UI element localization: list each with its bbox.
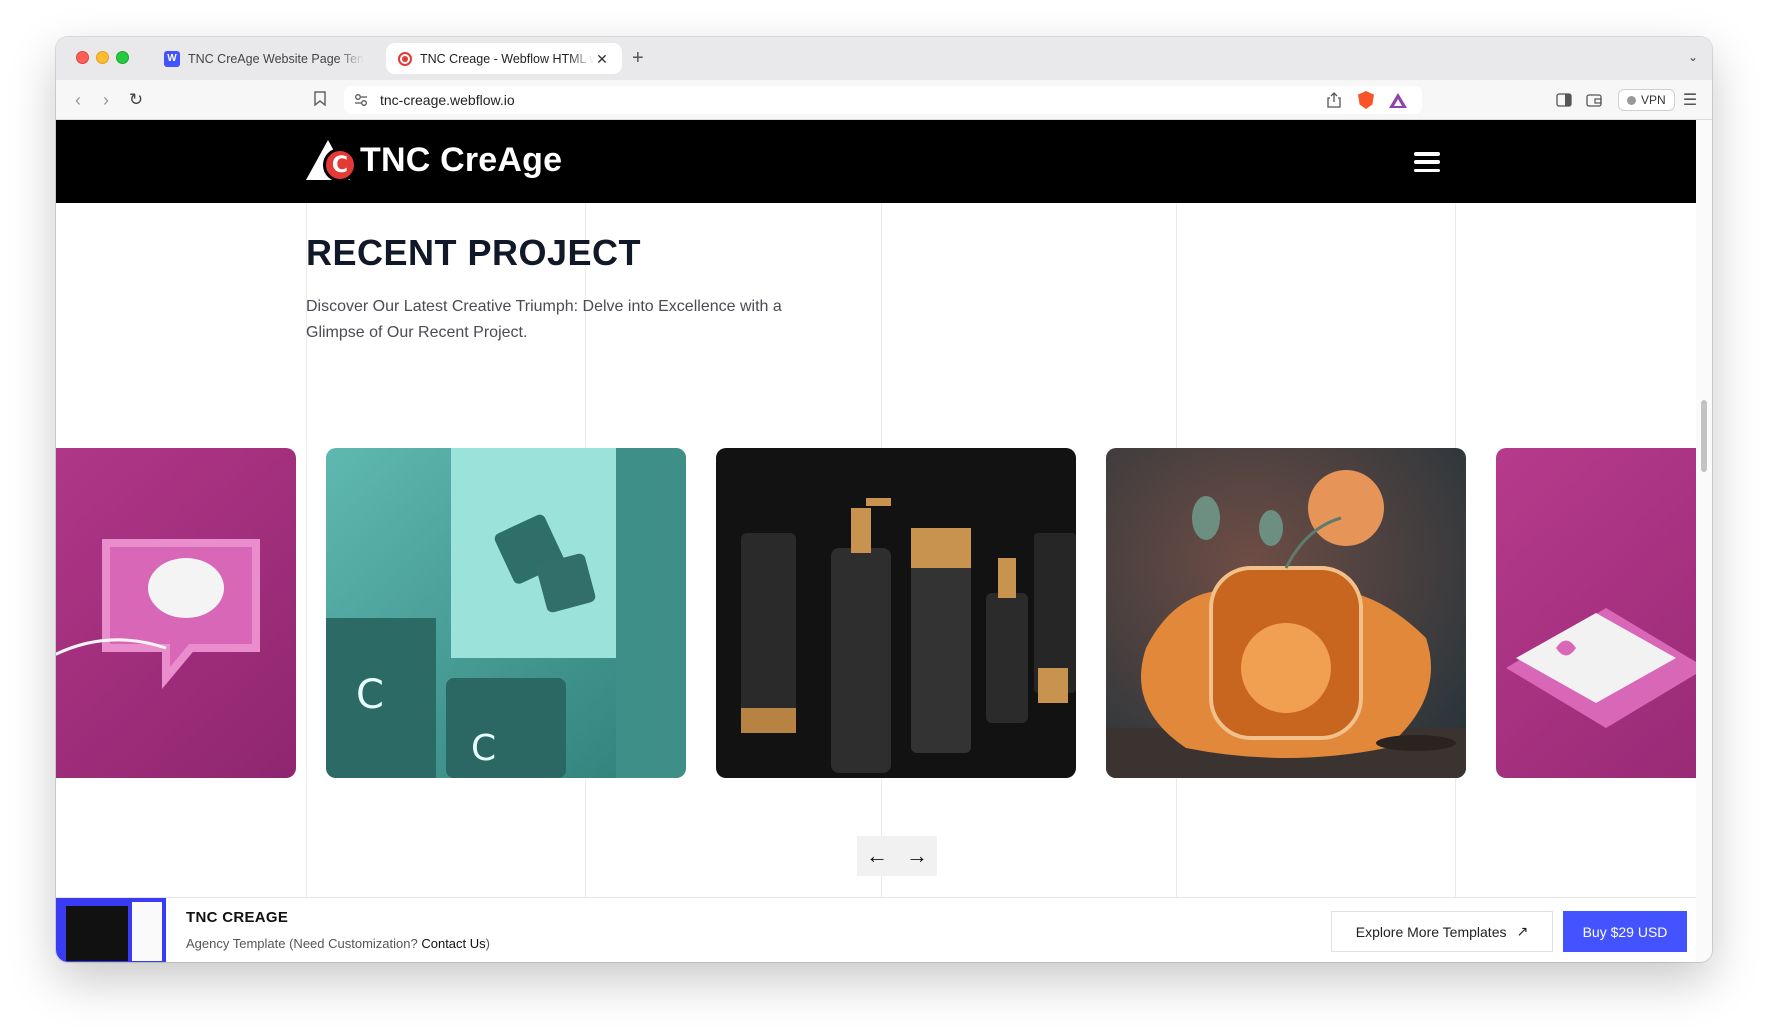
url-text: tnc-creage.webflow.io xyxy=(380,92,515,108)
site-header: C TNC CreAge xyxy=(56,120,1696,203)
page-scrollbar[interactable] xyxy=(1696,120,1712,962)
maximize-window-button[interactable] xyxy=(116,51,129,64)
tab-active[interactable]: TNC Creage - Webflow HTML website templa… xyxy=(386,43,622,74)
project-card-pink-keyboard[interactable] xyxy=(1496,448,1696,778)
brave-shields-icon[interactable] xyxy=(1356,90,1376,110)
project-card-perfume-flower[interactable] xyxy=(1106,448,1466,778)
wallet-icon[interactable] xyxy=(1584,90,1604,110)
webflow-icon: W xyxy=(164,50,180,67)
close-window-button[interactable] xyxy=(76,51,89,64)
hamburger-menu-icon[interactable] xyxy=(1414,152,1440,172)
tab-title: TNC Creage - Webflow HTML website templa… xyxy=(420,51,594,66)
vpn-label: VPN xyxy=(1641,93,1666,107)
new-tab-button[interactable]: + xyxy=(632,48,644,68)
site-logo[interactable]: C TNC CreAge xyxy=(306,140,563,182)
external-link-icon: ↗ xyxy=(1516,923,1529,939)
promo-subtitle: Agency Template (Need Customization? Con… xyxy=(186,936,490,951)
logo-text: TNC CreAge xyxy=(360,140,563,179)
browser-window: W TNC CreAge Website Page Template TNC C… xyxy=(56,37,1712,962)
svg-text:C: C xyxy=(471,728,496,769)
carousel-next-button[interactable]: → xyxy=(897,836,937,876)
brave-rewards-icon[interactable] xyxy=(1388,90,1408,110)
close-tab-icon[interactable]: ✕ xyxy=(594,51,610,67)
project-image xyxy=(1496,448,1696,778)
project-image: C C xyxy=(326,448,686,778)
carousel-prev-button[interactable]: ← xyxy=(857,836,897,876)
explore-label: Explore More Templates xyxy=(1355,923,1507,940)
contact-us-link[interactable]: Contact Us xyxy=(421,936,485,951)
project-card-teal-jars[interactable]: C C xyxy=(326,448,686,778)
bookmark-button[interactable] xyxy=(308,88,332,112)
project-image xyxy=(1106,448,1466,778)
project-card-pink-heart[interactable] xyxy=(56,448,296,778)
template-thumbnail[interactable] xyxy=(56,898,166,962)
chevron-down-icon[interactable]: ⌄ xyxy=(1688,50,1698,64)
forward-button[interactable]: › xyxy=(94,88,118,112)
project-image xyxy=(716,448,1076,778)
scroll-thumb[interactable] xyxy=(1701,400,1707,472)
share-icon[interactable] xyxy=(1324,90,1344,110)
page-viewport: C TNC CreAge RECENT PROJECT Discover Our… xyxy=(56,120,1696,962)
sidebar-icon[interactable] xyxy=(1554,90,1574,110)
back-button[interactable]: ‹ xyxy=(66,88,90,112)
logo-mark-icon: C xyxy=(306,140,358,182)
buy-button[interactable]: Buy $29 USD xyxy=(1563,911,1687,952)
section-title: RECENT PROJECT xyxy=(306,232,642,273)
project-image xyxy=(56,448,296,778)
vpn-status-icon xyxy=(1627,95,1636,105)
tab-inactive[interactable]: W TNC CreAge Website Page Template xyxy=(152,43,376,74)
tab-title: TNC CreAge Website Page Template xyxy=(188,51,364,66)
address-bar[interactable]: tnc-creage.webflow.io xyxy=(344,86,1422,114)
creage-icon xyxy=(398,51,412,66)
vpn-button[interactable]: VPN xyxy=(1618,89,1675,111)
project-card-black-bottles[interactable] xyxy=(716,448,1076,778)
template-promo-bar: TNC CREAGE Agency Template (Need Customi… xyxy=(56,897,1696,962)
minimize-window-button[interactable] xyxy=(96,51,109,64)
svg-text:C: C xyxy=(356,672,384,718)
tab-strip: W TNC CreAge Website Page Template TNC C… xyxy=(56,37,1712,80)
site-settings-icon[interactable] xyxy=(354,93,368,107)
promo-title: TNC CREAGE xyxy=(186,909,289,926)
bookmark-icon xyxy=(314,91,326,107)
reload-button[interactable]: ↻ xyxy=(124,88,148,112)
section-description: Discover Our Latest Creative Triumph: De… xyxy=(306,298,782,341)
explore-templates-button[interactable]: Explore More Templates ↗ xyxy=(1331,911,1553,952)
menu-icon[interactable]: ☰ xyxy=(1680,90,1700,110)
browser-toolbar: ‹ › ↻ tnc-creage.webflow.io VPN ☰ xyxy=(56,80,1712,120)
